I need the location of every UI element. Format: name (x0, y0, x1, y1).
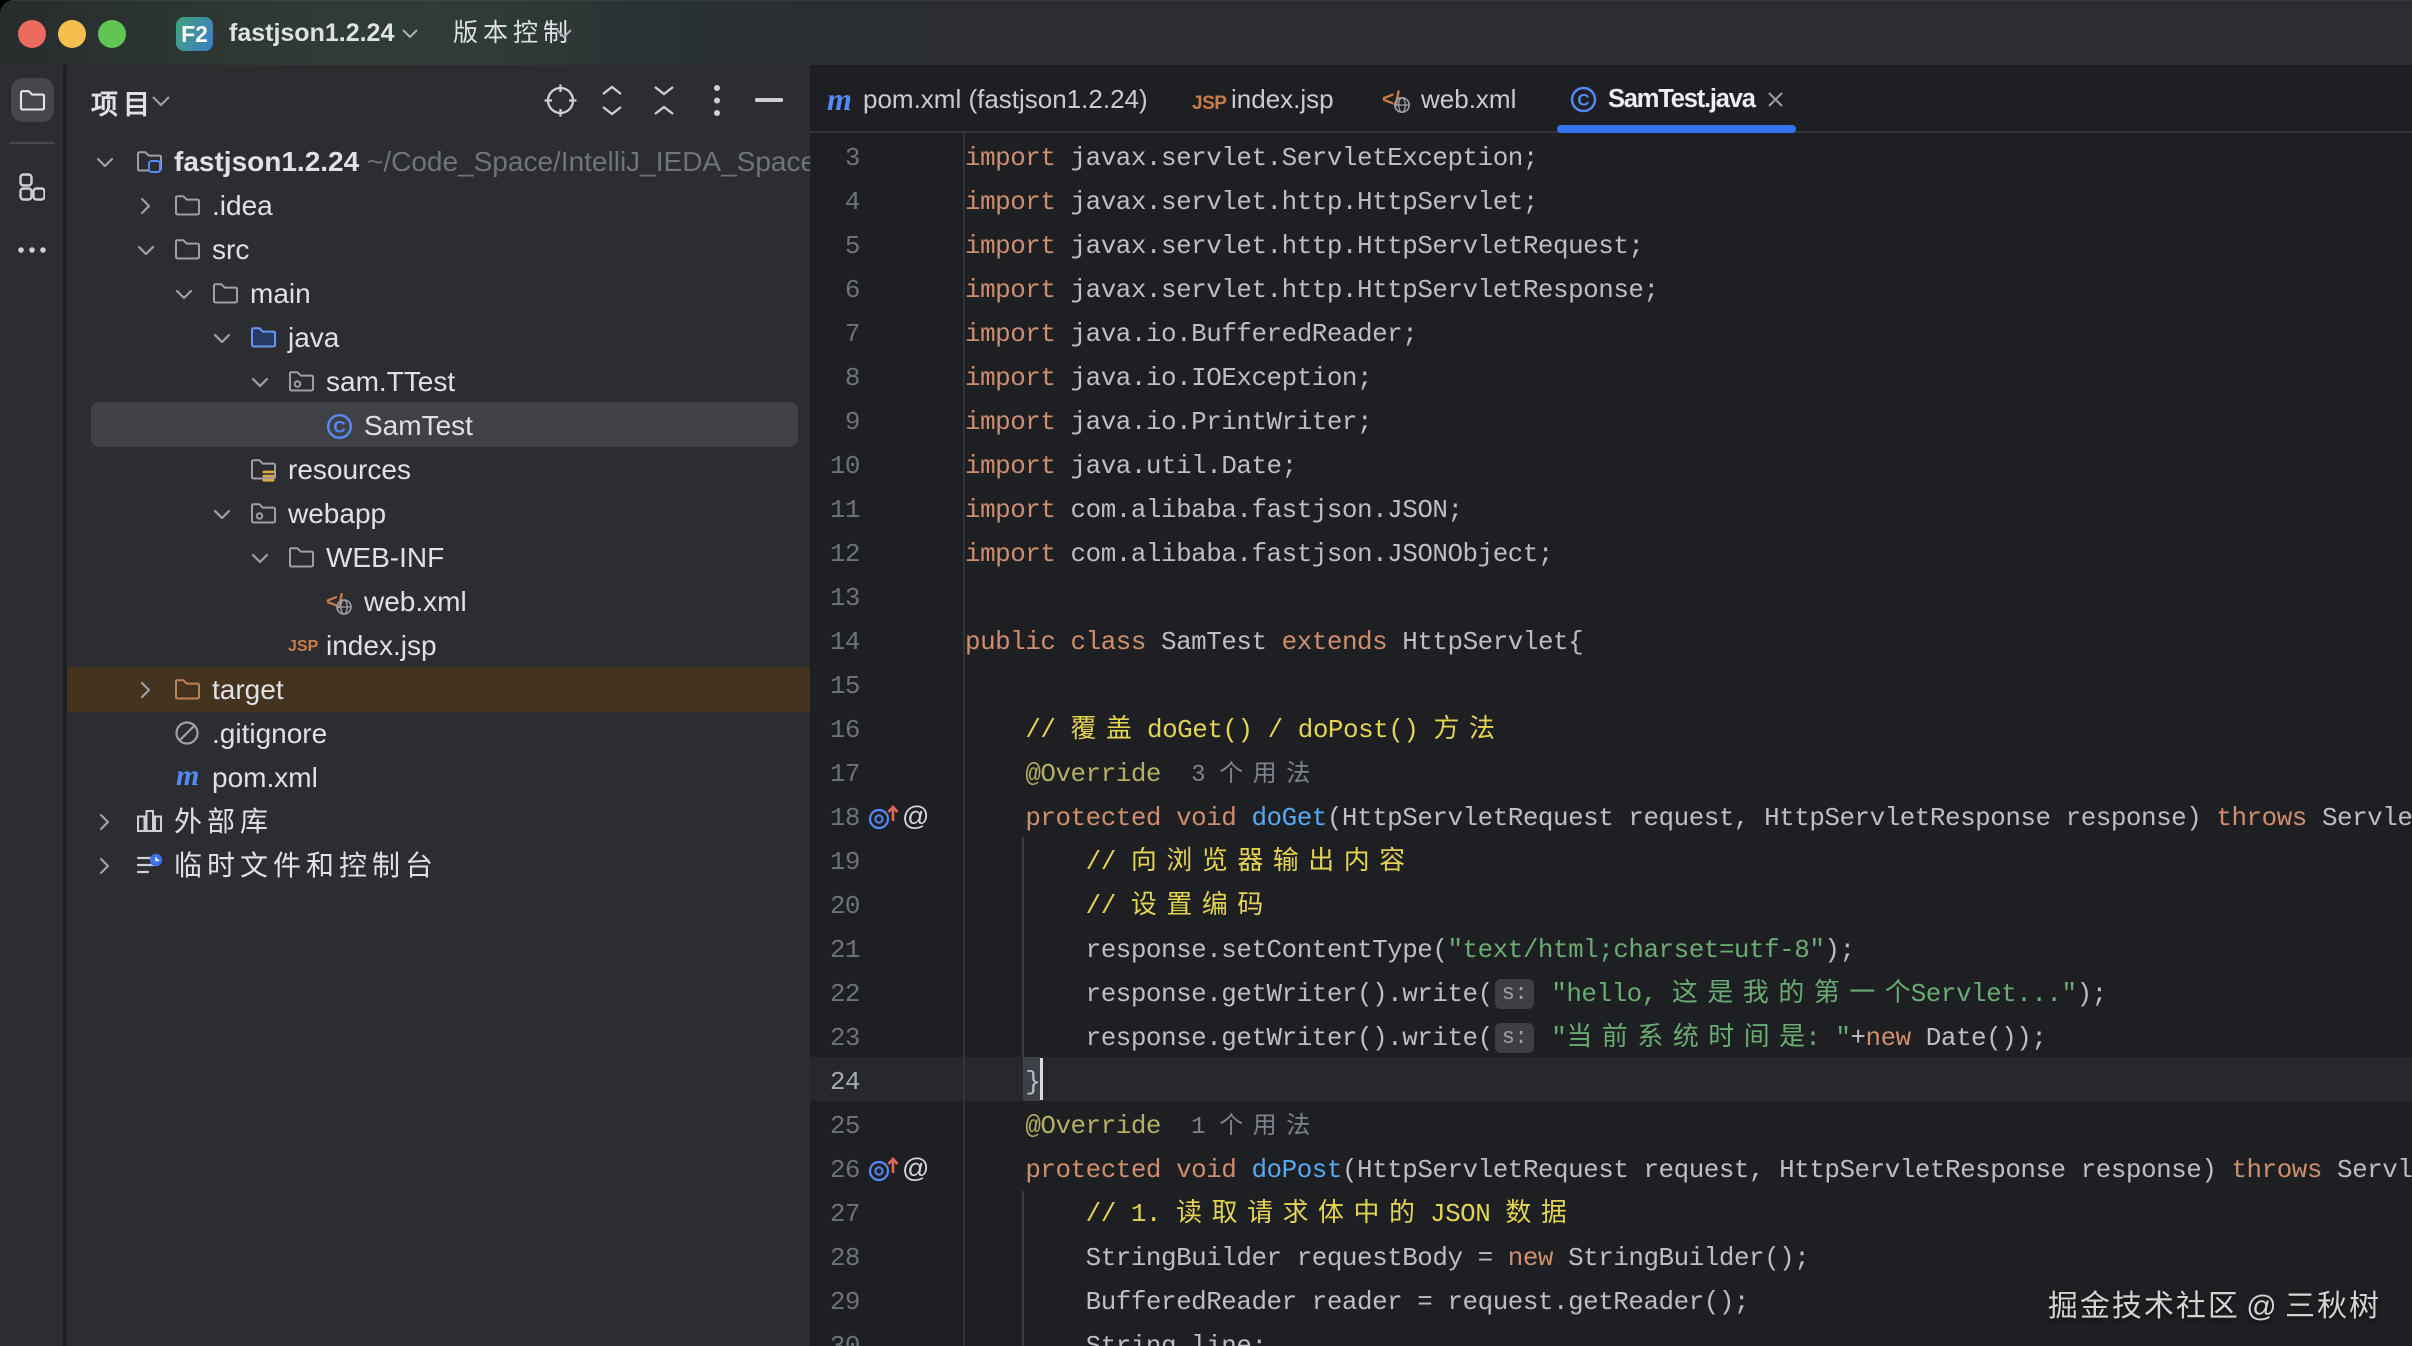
svg-text:JSP: JSP (288, 638, 319, 655)
svg-text:C: C (333, 418, 345, 437)
svg-text:C: C (1577, 91, 1589, 110)
svg-text:m: m (176, 764, 199, 792)
